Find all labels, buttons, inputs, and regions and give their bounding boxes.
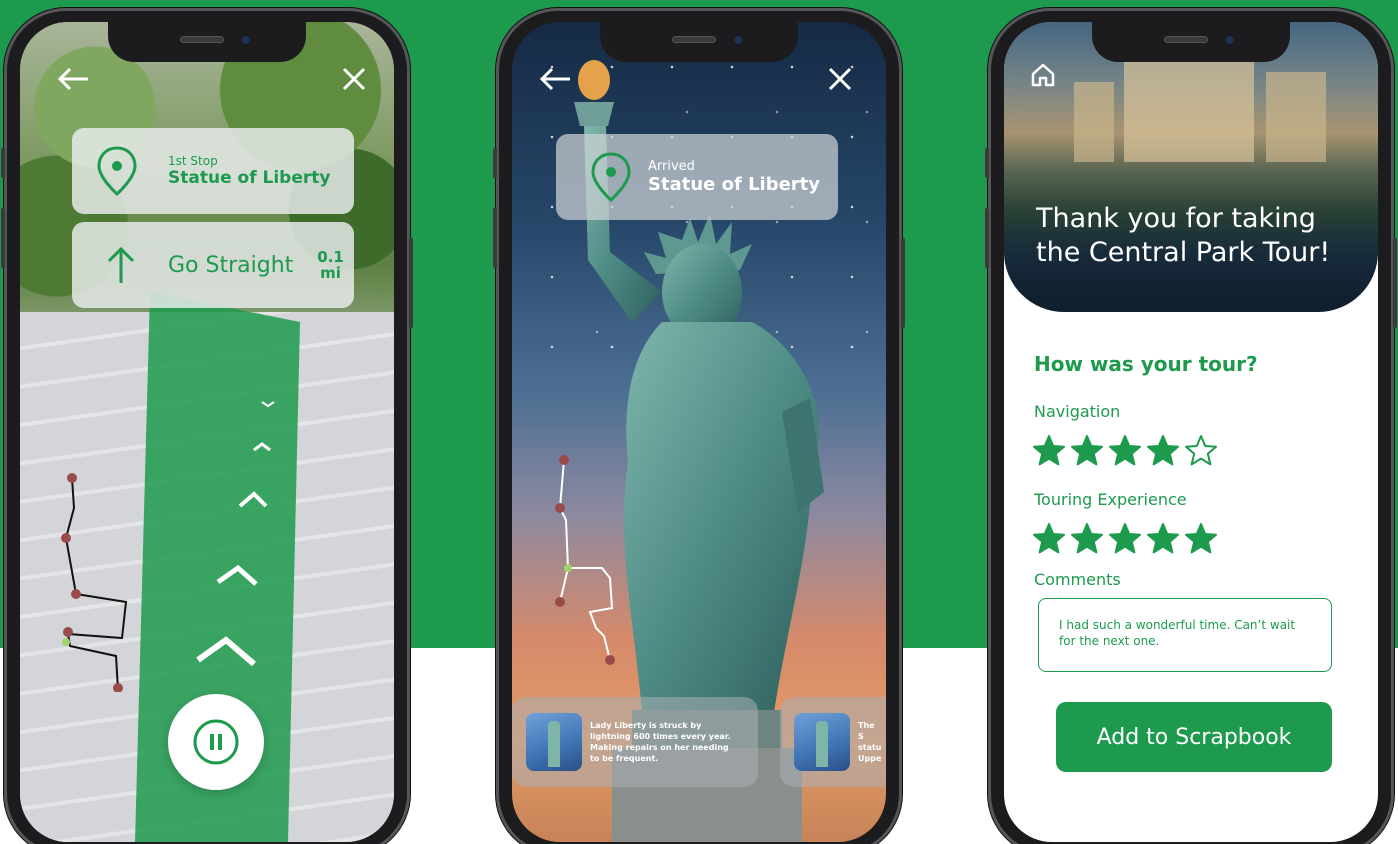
phone-notch <box>1092 22 1290 62</box>
star-filled-icon[interactable] <box>1070 434 1104 468</box>
phone-side-button <box>901 238 905 328</box>
phone-side-button <box>493 148 497 178</box>
phone-arrival-screen: Arrived Statue of Liberty Lady Liberty i… <box>493 8 905 844</box>
phone-side-button <box>985 208 989 268</box>
phone-side-button <box>409 238 413 328</box>
stop-sublabel: 1st Stop <box>168 154 218 168</box>
star-filled-icon[interactable] <box>1032 434 1066 468</box>
arrow-left-icon <box>57 67 88 91</box>
back-button[interactable] <box>56 66 90 96</box>
fact-card[interactable]: Lady Liberty is struck by lightning 600 … <box>512 697 758 787</box>
fact-text: The S statu Uppe <box>858 721 882 763</box>
nav-distance: 0.1 mi <box>317 249 344 281</box>
star-filled-icon[interactable] <box>1070 522 1104 556</box>
rating-label-navigation: Navigation <box>1034 402 1121 421</box>
fact-thumbnail <box>794 713 850 771</box>
survey-title: How was your tour? <box>1034 352 1258 376</box>
phone-notch <box>108 22 306 62</box>
back-button[interactable] <box>538 66 572 96</box>
star-filled-icon[interactable] <box>1184 522 1218 556</box>
close-button[interactable] <box>342 67 366 95</box>
ar-camera-view: 1st Stop Statue of Liberty Go Straight 0… <box>20 22 394 842</box>
phone-navigation-screen: 1st Stop Statue of Liberty Go Straight 0… <box>1 8 413 844</box>
comments-label: Comments <box>1034 570 1121 589</box>
phone-side-button <box>1393 238 1397 328</box>
fact-text: Lady Liberty is struck by lightning 600 … <box>590 721 731 763</box>
navigation-instruction-card: Go Straight 0.1 mi <box>72 222 354 308</box>
phone-side-button <box>493 208 497 268</box>
rating-stars-touring[interactable] <box>1032 522 1218 556</box>
arrival-card: Arrived Statue of Liberty <box>556 134 838 220</box>
add-to-scrapbook-button[interactable]: Add to Scrapbook <box>1056 702 1332 772</box>
arrival-sublabel: Arrived <box>648 159 695 174</box>
route-minimap <box>61 473 128 692</box>
phone-notch <box>600 22 798 62</box>
star-filled-icon[interactable] <box>1146 522 1180 556</box>
star-empty-icon[interactable] <box>1184 434 1218 468</box>
arrival-title: Statue of Liberty <box>648 174 821 195</box>
star-filled-icon[interactable] <box>1108 434 1142 468</box>
star-filled-icon[interactable] <box>1032 522 1066 556</box>
stop-card: 1st Stop Statue of Liberty <box>72 128 354 214</box>
star-filled-icon[interactable] <box>1108 522 1142 556</box>
phone-feedback-screen: Thank you for taking the Central Park To… <box>985 8 1397 844</box>
route-minimap <box>555 455 615 665</box>
map-pin-icon <box>94 145 140 197</box>
distance-value: 0.1 <box>317 248 344 266</box>
close-icon <box>342 67 366 91</box>
phone-side-button <box>1 148 5 178</box>
arrow-up-icon <box>106 245 136 285</box>
rating-stars-navigation[interactable] <box>1032 434 1218 468</box>
feedback-view: Thank you for taking the Central Park To… <box>1004 22 1378 842</box>
star-filled-icon[interactable] <box>1146 434 1180 468</box>
comments-textarea[interactable]: I had such a wonderful time. Can’t wait … <box>1038 598 1332 672</box>
stop-title: Statue of Liberty <box>168 168 331 188</box>
phone-side-button <box>1 208 5 268</box>
nav-instruction: Go Straight <box>168 252 294 278</box>
close-button[interactable] <box>828 67 852 95</box>
close-icon <box>828 67 852 91</box>
pause-button[interactable] <box>168 694 264 790</box>
fact-thumbnail <box>526 713 582 771</box>
phone-side-button <box>985 148 989 178</box>
home-button[interactable] <box>1030 62 1056 92</box>
home-icon <box>1031 63 1055 87</box>
map-pin-icon <box>588 151 634 203</box>
rating-label-touring: Touring Experience <box>1034 490 1187 509</box>
hero-title: Thank you for taking the Central Park To… <box>1036 203 1331 268</box>
arrow-left-icon <box>539 67 570 91</box>
central-park-hero-image: Thank you for taking the Central Park To… <box>1004 22 1378 312</box>
pause-icon <box>193 719 239 765</box>
ar-camera-view: Arrived Statue of Liberty Lady Liberty i… <box>512 22 886 842</box>
fact-card[interactable]: The S statu Uppe <box>780 697 886 787</box>
distance-unit: mi <box>320 264 341 282</box>
